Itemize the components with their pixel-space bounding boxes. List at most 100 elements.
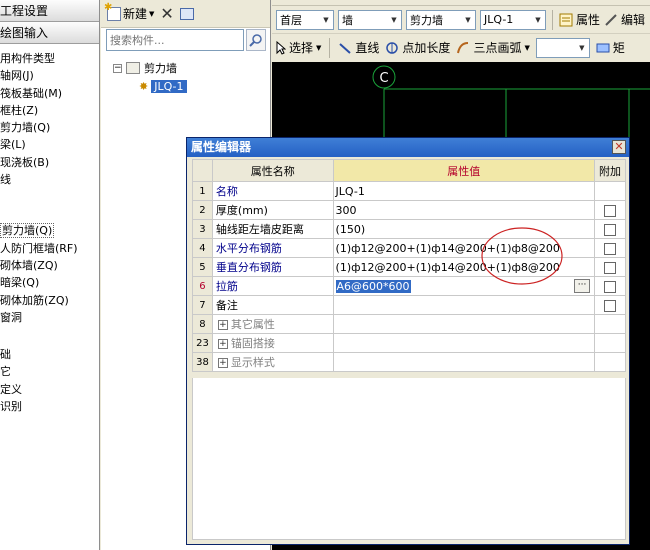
table-row[interactable]: 7 备注	[192, 295, 626, 315]
search-input[interactable]	[106, 29, 244, 51]
section-project-settings[interactable]: 工程设置	[0, 0, 99, 22]
floor-select[interactable]: 首层 ▼	[276, 9, 334, 30]
nav-item-foundation[interactable]: 础	[0, 346, 99, 363]
ellipsis-button[interactable]: ···	[574, 279, 591, 293]
tree-node-label: 剪力墙	[144, 62, 177, 75]
edit-icon	[605, 13, 617, 26]
nav-item-axis-grid[interactable]: 轴网(J)	[0, 67, 99, 84]
row-number: 5	[192, 257, 213, 277]
axis-label: C	[379, 71, 388, 86]
property-button[interactable]: 属性	[559, 11, 600, 28]
delete-icon: ✕	[160, 3, 174, 23]
property-editor-dialog: 属性编辑器 ✕ 属性名称 属性值 附加 1 名称 JLQ-1 2 厚度(mm) …	[186, 137, 630, 545]
point-length-label: 点加长度	[402, 41, 451, 55]
section-label: 工程设置	[0, 4, 49, 18]
new-component-button[interactable]: 新建 ▼	[104, 2, 154, 22]
header-num	[192, 159, 213, 182]
line-icon	[339, 42, 352, 54]
nav-item-raft-foundation[interactable]: 筏板基础(M)	[0, 85, 99, 102]
tree-node-jlq1[interactable]: ✸ JLQ-1	[113, 77, 270, 95]
main-toolbar: 首层 ▼ 墙 ▼ 剪力墙 ▼ JLQ-1 ▼ 属性 编辑 选择 ▼ 直线 点加长…	[272, 0, 650, 62]
nav-item-masonry-rebar[interactable]: 砌体加筋(ZQ)	[0, 292, 99, 309]
draw-mode-select[interactable]: ▼	[535, 37, 590, 58]
property-name: 拉筋	[211, 276, 334, 296]
arc-label: 三点画弧	[473, 41, 522, 55]
dialog-title-bar[interactable]: 属性编辑器 ✕	[187, 138, 629, 157]
property-name: 轴线距左墙皮距离	[211, 219, 334, 239]
table-row[interactable]: 1 名称 JLQ-1	[192, 181, 626, 201]
header-attach[interactable]: 附加	[594, 159, 626, 182]
select-button[interactable]: 选择 ▼	[276, 39, 321, 56]
nav-item-beam[interactable]: 梁(L)	[0, 136, 99, 153]
attach-checkbox[interactable]	[604, 261, 617, 274]
attach-cell	[594, 314, 626, 334]
table-row-group[interactable]: 23 + 锚固搭接	[192, 333, 626, 353]
nav-item-hidden-beam[interactable]: 暗梁(Q)	[0, 274, 99, 291]
row-number: 3	[192, 219, 213, 239]
property-value[interactable]: 300	[332, 200, 596, 220]
chevron-down-icon: ▼	[524, 43, 530, 52]
attach-checkbox[interactable]	[604, 280, 617, 293]
arc-button[interactable]: 三点画弧 ▼	[456, 39, 530, 56]
line-button[interactable]: 直线	[338, 39, 379, 56]
attach-checkbox[interactable]	[604, 242, 617, 255]
nav-item-line[interactable]: 线	[0, 171, 99, 188]
property-value	[332, 333, 596, 353]
property-name: 显示样式	[230, 356, 275, 369]
expand-icon[interactable]: +	[217, 358, 228, 368]
nav-item-frame-column[interactable]: 框柱(Z)	[0, 102, 99, 119]
nav-item-cast-slab[interactable]: 现浇板(B)	[0, 154, 99, 171]
search-bar	[106, 29, 266, 51]
nav-item-window-opening[interactable]: 窗洞	[0, 309, 99, 326]
chevron-down-icon: ▼	[316, 43, 322, 52]
attach-checkbox[interactable]	[604, 204, 617, 217]
collapse-icon[interactable]: −	[113, 63, 122, 73]
property-value[interactable]	[332, 295, 596, 315]
row-number: 8	[192, 314, 213, 334]
nav-item-other[interactable]: 它	[0, 363, 99, 380]
nav-item-civil-defense-wall[interactable]: 人防门框墙(RF)	[0, 240, 99, 257]
rect-button[interactable]: 矩	[596, 39, 625, 56]
close-icon[interactable]: ✕	[612, 140, 626, 154]
header-property-value[interactable]: 属性值	[332, 159, 596, 182]
new-label: 新建	[123, 7, 148, 21]
nav-item-masonry-wall[interactable]: 砌体墙(ZQ)	[0, 257, 99, 274]
tree-node-shear-wall[interactable]: − 剪力墙	[113, 59, 270, 77]
nav-item-component-type[interactable]: 用构件类型	[0, 50, 99, 67]
table-row-group[interactable]: 8 + 其它属性	[192, 314, 626, 334]
copy-icon	[179, 7, 194, 20]
attach-checkbox[interactable]	[604, 299, 617, 312]
dialog-title: 属性编辑器	[191, 140, 252, 154]
copy-button[interactable]	[179, 7, 194, 20]
attach-checkbox[interactable]	[604, 223, 617, 236]
chevron-down-icon: ▼	[579, 43, 585, 52]
nav-item-shear-wall-selected[interactable]: 剪力墙(Q)	[0, 222, 99, 239]
section-label: 绘图输入	[0, 26, 49, 40]
chevron-down-icon: ▼	[391, 15, 397, 24]
type-select[interactable]: 墙 ▼	[338, 9, 402, 30]
toolbar-separator	[329, 37, 331, 58]
expand-icon[interactable]: +	[217, 320, 228, 330]
new-icon	[104, 2, 121, 21]
delete-button[interactable]: ✕	[160, 3, 174, 23]
select-label: 选择	[289, 41, 314, 55]
nav-item-recognize[interactable]: 识别	[0, 398, 99, 415]
nav-item-shear-wall[interactable]: 剪力墙(Q)	[0, 119, 99, 136]
category-select[interactable]: 剪力墙 ▼	[406, 9, 476, 30]
tree-node-label: JLQ-1	[151, 79, 187, 93]
edit-button[interactable]: 编辑	[604, 11, 645, 28]
property-value-text[interactable]: A6@600*600	[335, 279, 411, 293]
row-number: 4	[192, 238, 213, 258]
expand-icon[interactable]: +	[217, 339, 228, 349]
table-row[interactable]: 2 厚度(mm) 300	[192, 200, 626, 220]
table-row-group[interactable]: 38 + 显示样式	[192, 352, 626, 372]
section-drawing-input[interactable]: 绘图输入	[0, 22, 99, 44]
point-length-button[interactable]: 点加长度	[385, 39, 450, 56]
nav-item-custom[interactable]: 定义	[0, 381, 99, 398]
component-select[interactable]: JLQ-1 ▼	[480, 9, 546, 30]
search-icon[interactable]	[246, 29, 266, 51]
property-name: 其它属性	[230, 318, 275, 331]
header-property-name[interactable]: 属性名称	[211, 159, 334, 182]
property-value[interactable]: JLQ-1	[332, 181, 596, 201]
chevron-down-icon: ▼	[323, 15, 329, 24]
